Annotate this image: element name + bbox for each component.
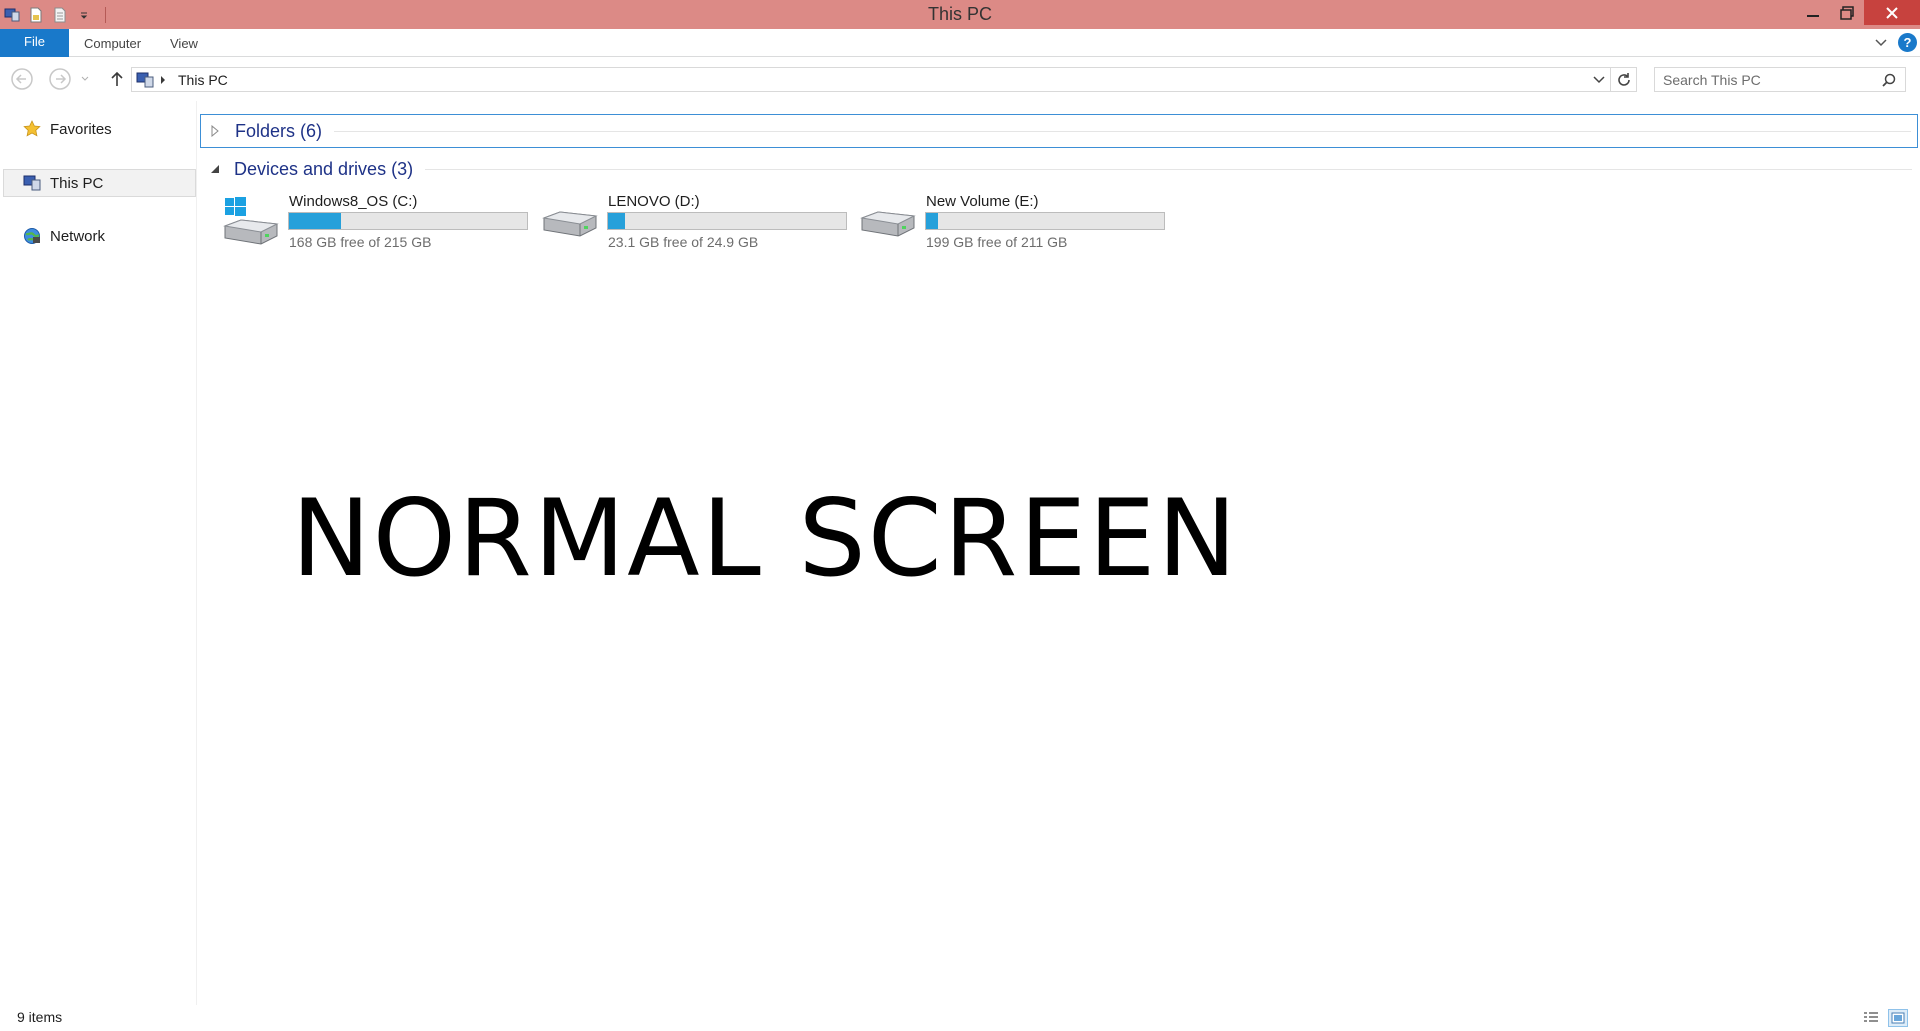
nav-label-favorites: Favorites — [50, 120, 112, 138]
status-bar: 9 items — [0, 1005, 1920, 1031]
minimize-icon — [1807, 14, 1819, 17]
restore-icon — [1840, 5, 1854, 20]
star-icon — [22, 119, 42, 139]
refresh-icon — [1617, 72, 1630, 86]
minimize-button[interactable] — [1796, 0, 1830, 25]
drive-usage-fill — [289, 213, 342, 229]
title-bar: This PC — [0, 0, 1920, 29]
address-history-dropdown[interactable] — [1588, 68, 1610, 91]
drive-usage-fill — [926, 213, 938, 229]
drive-name: LENOVO (D:) — [608, 193, 700, 210]
windows-drive-icon — [223, 197, 279, 245]
nav-label-this-pc: This PC — [50, 174, 104, 192]
this-pc-icon — [136, 72, 154, 88]
nav-item-favorites[interactable]: Favorites — [22, 116, 112, 142]
help-button[interactable]: ? — [1898, 33, 1917, 52]
window-title: This PC — [927, 4, 992, 24]
chevron-down-icon — [1875, 39, 1887, 47]
drive-usage-bar — [288, 212, 528, 230]
overlay-caption: NORMAL SCREEN — [291, 477, 1239, 600]
tab-file[interactable]: File — [0, 29, 69, 57]
expand-ribbon-button[interactable] — [1872, 34, 1890, 52]
tab-computer[interactable]: Computer — [84, 29, 141, 57]
drive-item-e[interactable]: New Volume (E:) 199 GB free of 211 GB — [836, 190, 1165, 254]
group-title-folders: Folders (6) — [235, 120, 323, 141]
hard-drive-icon — [860, 211, 916, 237]
small-chevron-down-icon — [81, 76, 89, 81]
drive-item-d[interactable]: LENOVO (D:) 23.1 GB free of 24.9 GB — [518, 190, 847, 254]
collapse-arrow-icon[interactable] — [210, 164, 224, 174]
window-controls — [1796, 0, 1920, 29]
refresh-button[interactable] — [1611, 67, 1637, 92]
large-icons-view-icon — [1891, 1012, 1905, 1024]
restore-button[interactable] — [1830, 0, 1864, 25]
close-icon — [1886, 6, 1898, 19]
large-icons-view-button[interactable] — [1888, 1009, 1908, 1027]
drive-name: New Volume (E:) — [926, 193, 1039, 210]
nav-item-network[interactable]: Network — [22, 223, 105, 249]
drive-free-space: 168 GB free of 215 GB — [289, 234, 432, 250]
up-arrow-icon — [111, 71, 123, 86]
chevron-down-icon — [1593, 75, 1605, 83]
breadcrumb-this-pc[interactable]: This PC — [178, 72, 228, 88]
back-button[interactable] — [9, 66, 35, 92]
details-view-button[interactable] — [1861, 1009, 1881, 1027]
hard-drive-icon — [542, 211, 598, 237]
search-box[interactable] — [1654, 67, 1906, 92]
nav-label-network: Network — [50, 227, 106, 245]
address-bar[interactable]: This PC — [131, 67, 1611, 92]
drive-usage-fill — [608, 213, 625, 229]
tab-view[interactable]: View — [170, 29, 198, 57]
navigation-row: This PC — [0, 57, 1920, 101]
group-title-devices: Devices and drives (3) — [234, 158, 414, 179]
drive-item-c[interactable]: Windows8_OS (C:) 168 GB free of 215 GB — [199, 190, 528, 254]
group-header-folders[interactable]: Folders (6) — [200, 114, 1918, 148]
drive-usage-bar — [925, 212, 1165, 230]
breadcrumb-separator-icon[interactable] — [160, 74, 170, 86]
drive-free-space: 23.1 GB free of 24.9 GB — [608, 234, 759, 250]
details-view-icon — [1864, 1012, 1878, 1022]
drive-free-space: 199 GB free of 211 GB — [926, 234, 1068, 250]
forward-button[interactable] — [47, 66, 73, 92]
up-button[interactable] — [104, 66, 130, 92]
recent-locations-button[interactable] — [78, 66, 92, 92]
network-icon — [22, 226, 42, 246]
expand-arrow-icon[interactable] — [211, 125, 225, 137]
forward-arrow-icon — [49, 68, 71, 90]
search-icon[interactable] — [1881, 72, 1897, 88]
this-pc-icon — [22, 173, 42, 193]
drive-usage-bar — [607, 212, 847, 230]
group-divider — [425, 168, 1912, 170]
group-divider — [334, 130, 1911, 132]
close-button[interactable] — [1864, 0, 1920, 25]
ribbon-tabs: File Computer View ? — [0, 29, 1920, 57]
search-input[interactable] — [1655, 70, 1865, 89]
drive-name: Windows8_OS (C:) — [289, 193, 418, 210]
back-arrow-icon — [11, 68, 33, 90]
group-header-devices[interactable]: Devices and drives (3) — [200, 152, 1918, 186]
item-count: 9 items — [17, 1009, 63, 1025]
nav-item-this-pc[interactable]: This PC — [3, 169, 196, 197]
